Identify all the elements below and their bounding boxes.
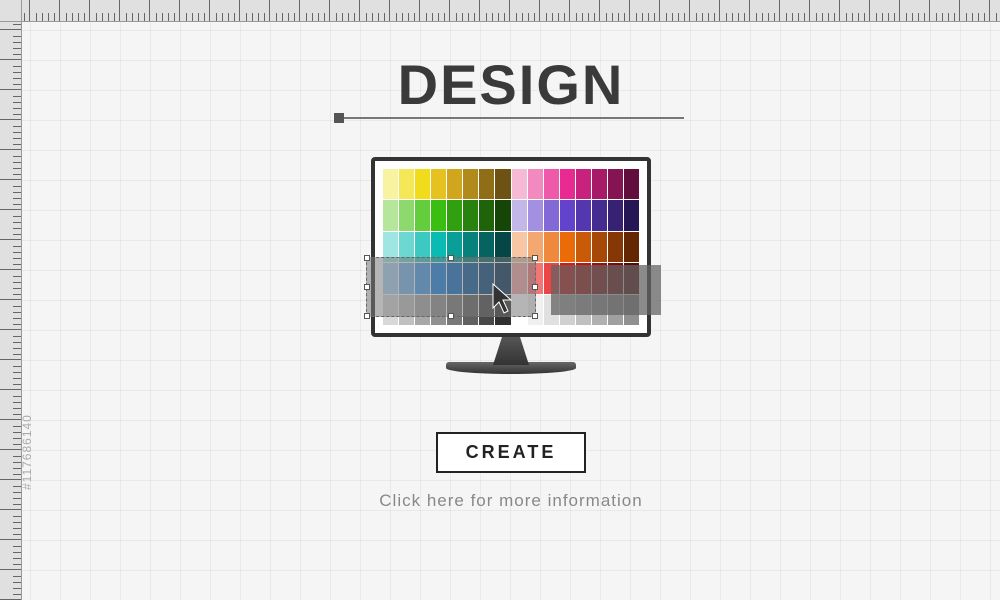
color-swatch	[608, 169, 623, 199]
color-swatch	[463, 200, 478, 230]
color-swatch	[576, 232, 591, 262]
color-swatch	[447, 169, 462, 199]
color-swatch	[447, 200, 462, 230]
color-swatch	[383, 200, 398, 230]
color-swatch	[624, 200, 639, 230]
color-swatch	[608, 200, 623, 230]
color-swatch	[399, 169, 414, 199]
color-swatch	[383, 169, 398, 199]
info-link[interactable]: Click here for more information	[379, 491, 642, 511]
color-swatch	[528, 169, 543, 199]
color-swatch	[624, 169, 639, 199]
title-block: DESIGN	[398, 52, 625, 117]
color-swatch	[512, 169, 527, 199]
color-swatch	[479, 169, 494, 199]
color-swatch	[560, 200, 575, 230]
color-swatch	[415, 200, 430, 230]
color-swatch	[544, 200, 559, 230]
monitor-stand	[481, 337, 541, 365]
ruler-vertical	[0, 0, 22, 600]
color-swatch	[544, 232, 559, 262]
color-swatch	[624, 232, 639, 262]
monitor-illustration	[351, 157, 671, 397]
color-swatch	[544, 169, 559, 199]
color-swatch	[608, 232, 623, 262]
color-swatch	[576, 200, 591, 230]
color-swatch	[495, 200, 510, 230]
color-swatch	[560, 232, 575, 262]
color-swatch	[512, 200, 527, 230]
color-swatch	[431, 169, 446, 199]
color-swatch	[399, 200, 414, 230]
ruler-horizontal	[0, 0, 1000, 22]
color-swatch	[431, 200, 446, 230]
color-swatch	[479, 200, 494, 230]
color-swatch	[463, 169, 478, 199]
title-underline	[338, 117, 685, 119]
create-button[interactable]: CREATE	[436, 432, 587, 473]
cursor-icon	[491, 282, 519, 316]
color-swatch	[592, 232, 607, 262]
color-swatch	[415, 169, 430, 199]
color-swatch	[495, 169, 510, 199]
ruler-corner	[0, 0, 22, 22]
color-swatch	[576, 169, 591, 199]
color-swatch	[560, 169, 575, 199]
color-swatch	[528, 200, 543, 230]
title-anchor-dot	[334, 113, 344, 123]
color-swatch	[592, 169, 607, 199]
watermark-text: #117686140	[20, 414, 34, 490]
page-title: DESIGN	[398, 52, 625, 117]
color-swatch	[592, 200, 607, 230]
selection-box-b	[551, 265, 661, 315]
